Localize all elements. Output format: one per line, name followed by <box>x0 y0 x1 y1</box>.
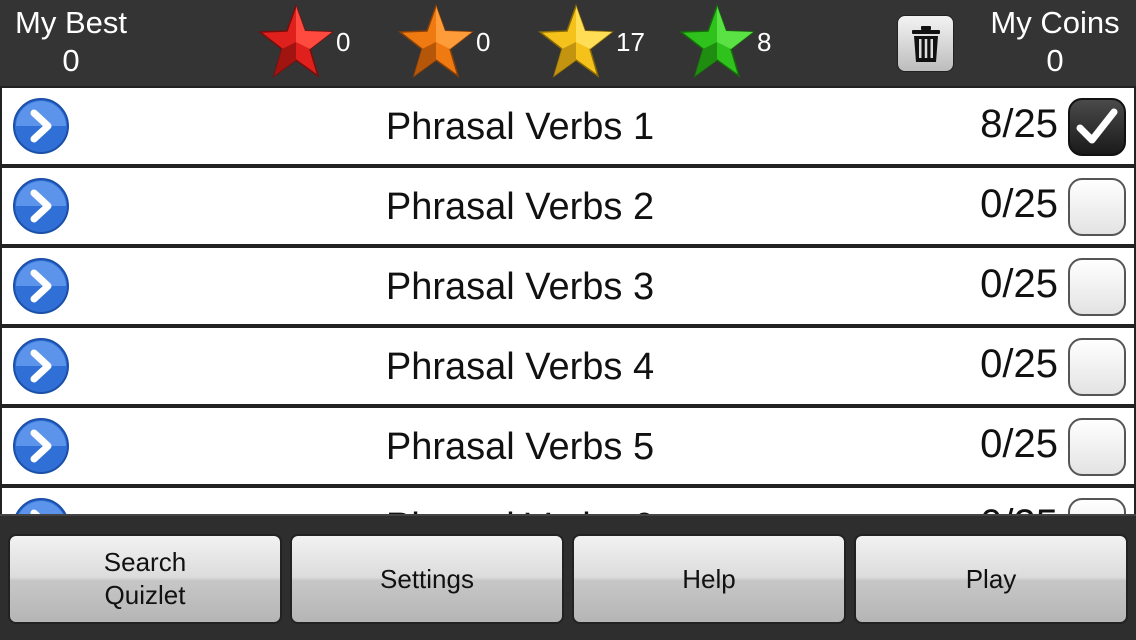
green-star-icon <box>679 4 755 78</box>
yellow-star-icon <box>538 4 614 78</box>
list-item-score: 0/25 <box>980 182 1058 226</box>
list-item-score: 8/25 <box>980 102 1058 146</box>
my-coins-value: 0 <box>1046 43 1064 78</box>
red-star-count: 0 <box>336 26 351 57</box>
checkmark-icon <box>1076 108 1118 144</box>
top-bar: My Best 0 0 0 17 8 My Coins 0 <box>0 0 1136 86</box>
list-item-checkbox[interactable] <box>1068 498 1126 514</box>
list-item-checkbox[interactable] <box>1068 338 1126 396</box>
list-item-title: Phrasal Verbs 4 <box>385 346 655 388</box>
yellow-star-counter: 17 <box>538 4 645 80</box>
my-coins-label: My Coins <box>990 5 1120 40</box>
green-star-count: 8 <box>757 26 772 57</box>
help-button[interactable]: Help <box>572 534 846 624</box>
list-item-title: Phrasal Verbs 2 <box>385 186 655 228</box>
list-item-score: 0/25 <box>980 342 1058 386</box>
list-item-score: 0/25 <box>980 262 1058 306</box>
my-best-stat: My Best 0 <box>10 4 132 80</box>
list-item-score: 0/25 <box>980 502 1058 514</box>
word-set-list[interactable]: Phrasal Verbs 1 8/25 Phrasal Verbs 2 0/2… <box>0 86 1136 514</box>
settings-label: Settings <box>380 563 474 594</box>
list-item-checkbox[interactable] <box>1068 98 1126 156</box>
list-item[interactable]: Phrasal Verbs 5 0/25 <box>2 408 1134 484</box>
list-item[interactable]: Phrasal Verbs 1 8/25 <box>2 88 1134 164</box>
my-best-value: 0 <box>62 43 80 78</box>
settings-button[interactable]: Settings <box>290 534 564 624</box>
list-item-title: Phrasal Verbs 6 <box>2 506 1038 514</box>
play-label: Play <box>965 563 1017 594</box>
red-star-icon <box>258 4 334 78</box>
red-star-counter: 0 <box>258 4 350 80</box>
list-item-title: Phrasal Verbs 3 <box>385 266 655 308</box>
delete-button[interactable] <box>897 15 954 72</box>
list-item-title: Phrasal Verbs 1 <box>385 106 655 148</box>
list-item-checkbox[interactable] <box>1068 178 1126 236</box>
help-label: Help <box>682 563 736 594</box>
list-item[interactable]: Phrasal Verbs 2 0/25 <box>2 168 1134 244</box>
trash-icon <box>911 25 940 62</box>
bottom-toolbar: Search Quizlet Settings Help Play <box>0 514 1136 640</box>
list-item[interactable]: Phrasal Verbs 3 0/25 <box>2 248 1134 324</box>
orange-star-counter: 0 <box>398 4 490 80</box>
orange-star-count: 0 <box>476 26 491 57</box>
my-best-label: My Best <box>15 5 127 40</box>
list-item[interactable]: Phrasal Verbs 6 0/25 <box>2 488 1134 514</box>
orange-star-icon <box>398 4 474 78</box>
my-coins-stat: My Coins 0 <box>984 4 1126 80</box>
list-item-checkbox[interactable] <box>1068 418 1126 476</box>
yellow-star-count: 17 <box>616 26 645 57</box>
list-item[interactable]: Phrasal Verbs 4 0/25 <box>2 328 1134 404</box>
play-button[interactable]: Play <box>854 534 1128 624</box>
green-star-counter: 8 <box>679 4 771 80</box>
search-quizlet-label: Search Quizlet <box>103 547 187 610</box>
list-item-checkbox[interactable] <box>1068 258 1126 316</box>
list-item-score: 0/25 <box>980 422 1058 466</box>
list-item-title: Phrasal Verbs 5 <box>385 426 655 468</box>
search-quizlet-button[interactable]: Search Quizlet <box>8 534 282 624</box>
